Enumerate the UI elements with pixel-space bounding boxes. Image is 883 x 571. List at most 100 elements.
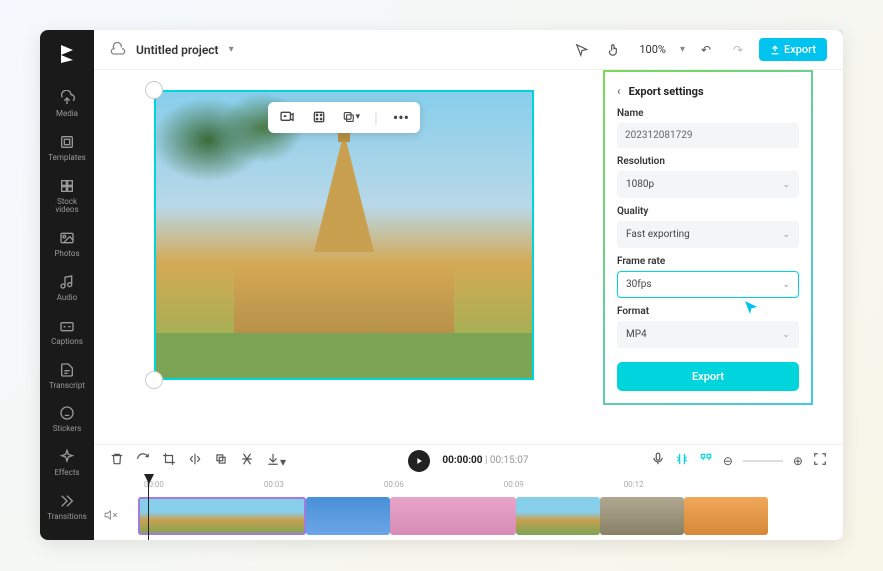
rotate-icon[interactable] xyxy=(136,452,150,469)
zoom-in-icon[interactable]: ⊕ xyxy=(793,454,803,468)
hand-tool-icon[interactable] xyxy=(603,39,625,61)
fit-icon[interactable] xyxy=(813,452,827,469)
sidebar-item-stickers[interactable]: Stickers xyxy=(40,397,94,441)
zoom-level[interactable]: 100% xyxy=(635,43,670,56)
delete-icon[interactable] xyxy=(110,452,124,469)
name-input[interactable] xyxy=(617,123,799,148)
cursor-tool-icon[interactable] xyxy=(571,39,593,61)
clips-track xyxy=(94,492,843,540)
clip-5[interactable] xyxy=(600,497,684,535)
export-action-button[interactable]: Export xyxy=(617,362,799,391)
sidebar-item-transcript[interactable]: Transcript xyxy=(40,354,94,398)
stock-videos-icon xyxy=(58,177,76,195)
duration: 00:15:07 xyxy=(490,455,529,466)
templates-icon xyxy=(58,133,76,151)
more-icon[interactable]: ••• xyxy=(392,108,410,126)
zoom-slider[interactable] xyxy=(743,460,783,462)
ruler-mark: 00:03 xyxy=(264,480,284,489)
sidebar-item-effects[interactable]: Effects xyxy=(40,441,94,485)
sidebar-label: Stock videos xyxy=(55,198,78,216)
duplicate-icon[interactable] xyxy=(214,452,228,469)
chevron-down-icon: ⌄ xyxy=(782,280,790,290)
clip-1[interactable] xyxy=(138,497,306,535)
preview-media[interactable]: ▾ | ••• xyxy=(154,90,534,380)
play-button[interactable] xyxy=(408,450,430,472)
sidebar-label: Transitions xyxy=(47,513,87,522)
framerate-label: Frame rate xyxy=(617,256,799,267)
clip-2[interactable] xyxy=(306,497,390,535)
playhead-line xyxy=(148,476,149,540)
transcript-icon xyxy=(58,361,76,379)
sidebar-item-audio[interactable]: Audio xyxy=(40,266,94,310)
crop-icon[interactable] xyxy=(310,108,328,126)
chevron-down-icon: ⌄ xyxy=(782,180,790,190)
sidebar-label: Audio xyxy=(57,294,78,303)
sidebar-item-photos[interactable]: Photos xyxy=(40,222,94,266)
top-bar: Untitled project ▾ 100% ▾ ↶ ↷ Export xyxy=(94,30,843,70)
snap-icon[interactable] xyxy=(675,452,689,469)
left-sidebar: Media Templates Stock videos Photos Audi… xyxy=(40,30,94,540)
format-select[interactable]: MP4 ⌄ xyxy=(617,321,799,348)
export-button[interactable]: Export xyxy=(759,38,827,61)
sidebar-item-templates[interactable]: Templates xyxy=(40,126,94,170)
split-icon[interactable] xyxy=(240,452,254,469)
flip-icon[interactable] xyxy=(188,452,202,469)
audio-icon xyxy=(58,273,76,291)
replace-media-icon[interactable] xyxy=(278,108,296,126)
clip-6[interactable] xyxy=(684,497,768,535)
chevron-down-icon: ⌄ xyxy=(782,330,790,340)
export-panel-title: Export settings xyxy=(629,85,704,98)
ruler-mark: 00:12 xyxy=(624,480,644,489)
sidebar-label: Transcript xyxy=(49,382,85,391)
resolution-select[interactable]: 1080p ⌄ xyxy=(617,171,799,198)
format-value: MP4 xyxy=(626,329,647,340)
name-label: Name xyxy=(617,108,799,119)
effects-icon xyxy=(58,448,76,466)
mute-track-icon[interactable] xyxy=(104,507,118,526)
export-button-label: Export xyxy=(784,43,816,56)
captions-icon xyxy=(58,317,76,335)
project-title[interactable]: Untitled project xyxy=(136,43,219,57)
sidebar-label: Effects xyxy=(54,469,79,478)
timeline-ruler[interactable]: 00:00 00:03 00:06 00:09 00:12 xyxy=(94,476,843,492)
back-icon[interactable]: ‹ xyxy=(617,84,621,98)
current-time: 00:00:00 xyxy=(442,455,482,466)
sidebar-item-transitions[interactable]: Transitions xyxy=(40,485,94,529)
cloud-upload-icon xyxy=(58,89,76,107)
framerate-value: 30fps xyxy=(626,279,652,290)
quality-label: Quality xyxy=(617,206,799,217)
format-label: Format xyxy=(617,306,799,317)
preview-media-wrap[interactable]: ▾ | ••• xyxy=(154,90,534,380)
framerate-select[interactable]: 30fps ⌄ xyxy=(617,271,799,298)
clip-3[interactable] xyxy=(390,497,516,535)
layers-icon[interactable]: ▾ xyxy=(342,108,360,126)
quality-select[interactable]: Fast exporting ⌄ xyxy=(617,221,799,248)
zoom-chevron-icon[interactable]: ▾ xyxy=(680,44,685,55)
sidebar-label: Captions xyxy=(51,338,83,347)
sidebar-label: Stickers xyxy=(53,425,82,434)
app-logo[interactable] xyxy=(53,40,81,68)
download-icon[interactable]: ▾ xyxy=(266,452,286,469)
resolution-value: 1080p xyxy=(626,179,654,190)
resize-handle-bl[interactable] xyxy=(145,371,163,389)
crop-tool-icon[interactable] xyxy=(162,452,176,469)
project-chevron-icon[interactable]: ▾ xyxy=(229,44,234,55)
sidebar-item-media[interactable]: Media xyxy=(40,82,94,126)
ruler-mark: 00:00 xyxy=(144,480,164,489)
mic-icon[interactable] xyxy=(651,452,665,469)
ruler-mark: 00:09 xyxy=(504,480,524,489)
sidebar-label: Media xyxy=(56,110,78,119)
magnet-icon[interactable] xyxy=(699,452,713,469)
transitions-icon xyxy=(58,492,76,510)
zoom-out-icon[interactable]: ⊖ xyxy=(723,454,733,468)
resize-handle-tl[interactable] xyxy=(145,81,163,99)
sidebar-item-captions[interactable]: Captions xyxy=(40,310,94,354)
redo-icon[interactable]: ↷ xyxy=(727,39,749,61)
undo-icon[interactable]: ↶ xyxy=(695,39,717,61)
cloud-icon[interactable] xyxy=(110,40,126,60)
stickers-icon xyxy=(58,404,76,422)
clip-4[interactable] xyxy=(516,497,600,535)
sidebar-item-stock[interactable]: Stock videos xyxy=(40,170,94,223)
canvas-area: ▾ | ••• ‹ Export settings Name Resolutio… xyxy=(94,70,843,444)
editor-window: Media Templates Stock videos Photos Audi… xyxy=(40,30,843,540)
